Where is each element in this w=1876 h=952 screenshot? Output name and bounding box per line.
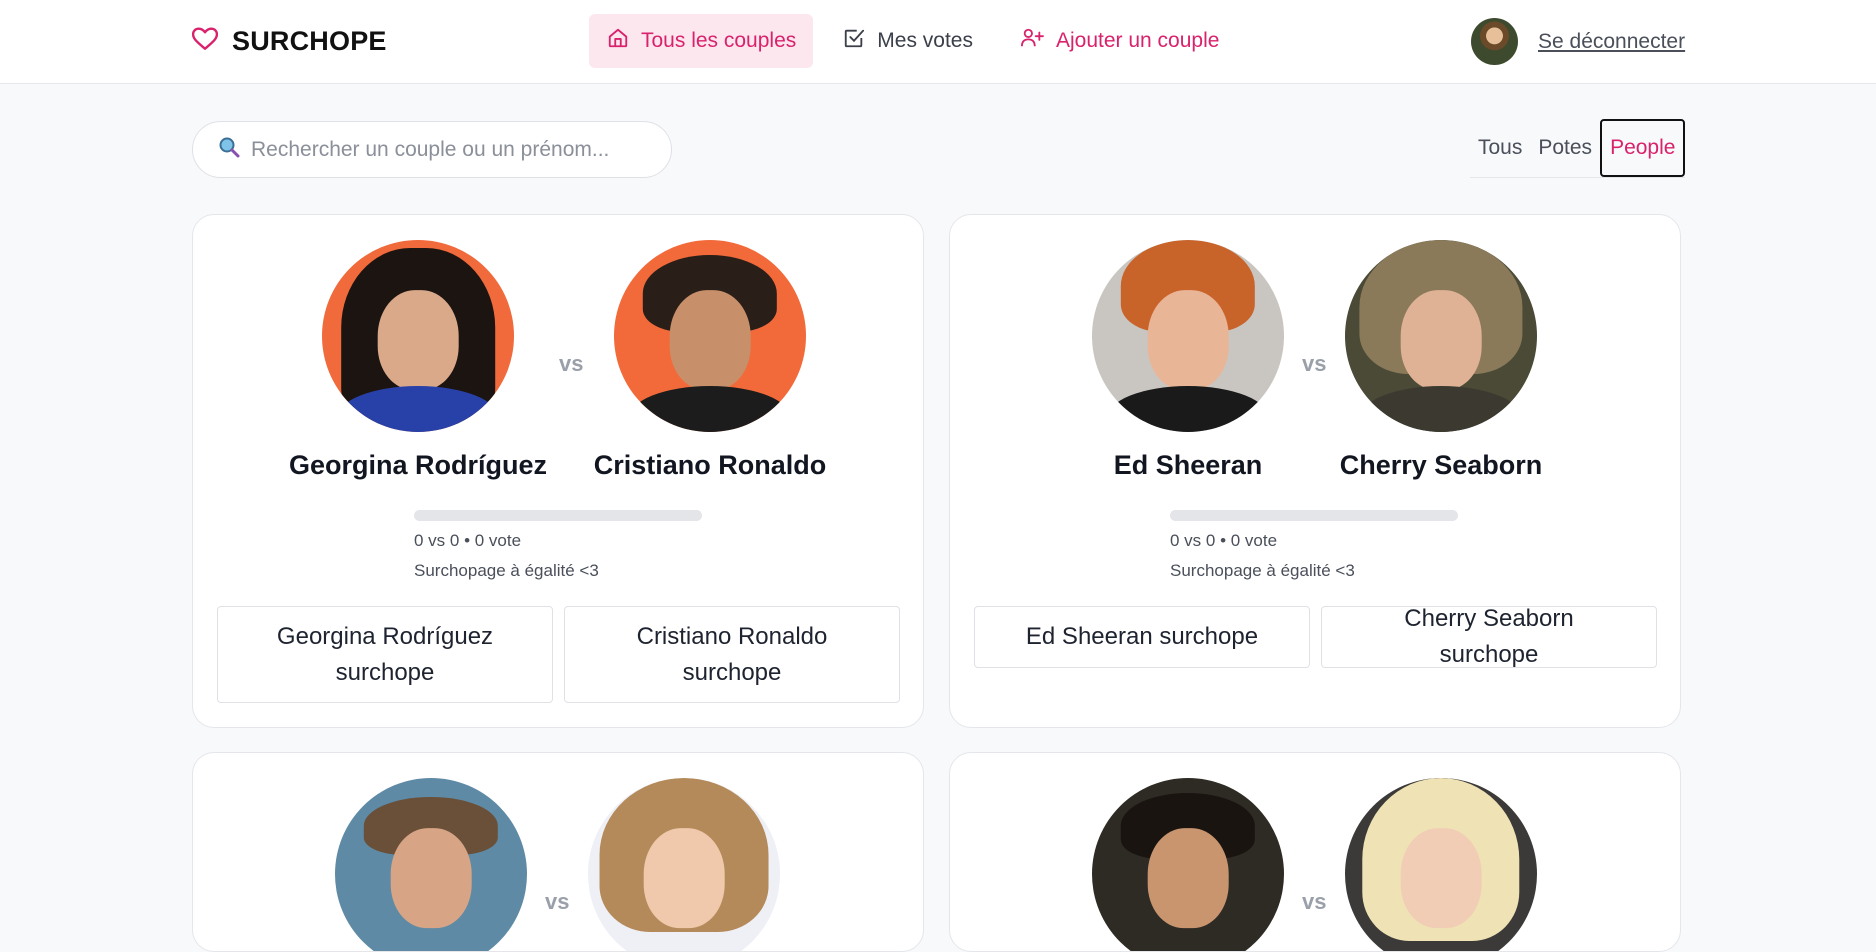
person-name: Georgina Rodríguez (288, 450, 548, 480)
search-icon (217, 135, 241, 164)
person-photo (322, 240, 514, 432)
add-user-icon (1020, 27, 1044, 55)
main-nav: Tous les couples Mes votes Ajouter un co… (589, 14, 1248, 68)
vote-progress-bar (1170, 510, 1458, 521)
person-photo (1345, 240, 1537, 432)
person-photo (614, 240, 806, 432)
person-right (588, 778, 780, 951)
couple-card: vs Ed Sheeran Cherry Seaborn 0 vs 0 • 0 … (949, 214, 1681, 728)
heart-icon (191, 27, 219, 56)
search-bar (192, 121, 672, 178)
person-photo (1092, 778, 1284, 951)
person-photo (335, 778, 527, 951)
nav-label: Ajouter un couple (1055, 29, 1220, 52)
nav-my-votes[interactable]: Mes votes (825, 14, 990, 68)
vote-left-button[interactable]: Georgina Rodríguez surchope (217, 606, 553, 703)
home-icon (607, 27, 629, 55)
vs-label: vs (559, 351, 584, 376)
nav-label: Tous les couples (641, 29, 797, 52)
person-right (1345, 240, 1537, 437)
vs-label: vs (1302, 351, 1327, 376)
person-left (1092, 778, 1284, 951)
person-photo (1092, 240, 1284, 432)
top-navbar: SURCHOPE Tous les couples Mes votes Ajou… (0, 0, 1876, 84)
person-left (322, 240, 514, 437)
couple-card: vs Georgina Rodríguez Cristiano Ronaldo … (192, 214, 924, 728)
person-name: Ed Sheeran (1113, 450, 1263, 480)
couple-card: vs (192, 752, 924, 952)
category-filter-tabs: Tous Potes People (1470, 118, 1686, 178)
person-right (614, 240, 806, 437)
filter-people[interactable]: People (1600, 118, 1686, 177)
filter-potes[interactable]: Potes (1530, 119, 1600, 177)
vote-count: 0 vs 0 • 0 vote (414, 531, 522, 550)
nav-add-couple[interactable]: Ajouter un couple (1002, 14, 1236, 68)
person-photo (588, 778, 780, 951)
vote-left-button[interactable]: Ed Sheeran surchope (974, 606, 1310, 668)
vote-right-button[interactable]: Cristiano Ronaldo surchope (564, 606, 900, 703)
search-input[interactable] (251, 137, 651, 162)
nav-label: Mes votes (877, 29, 973, 52)
person-photo (1345, 778, 1537, 951)
logout-link[interactable]: Se déconnecter (1538, 30, 1685, 54)
vote-status: Surchopage à égalité <3 (414, 561, 599, 580)
person-left (1092, 240, 1284, 437)
filter-tous[interactable]: Tous (1470, 119, 1530, 177)
user-menu: Se déconnecter (1471, 18, 1685, 65)
vote-count: 0 vs 0 • 0 vote (1170, 531, 1278, 550)
nav-all-couples[interactable]: Tous les couples (589, 14, 814, 68)
vs-label: vs (545, 889, 570, 914)
brand-name: SURCHOPE (232, 26, 387, 56)
brand[interactable]: SURCHOPE (191, 26, 387, 57)
person-right (1345, 778, 1537, 951)
couple-card: vs (949, 752, 1681, 952)
vote-status: Surchopage à égalité <3 (1170, 561, 1355, 580)
vote-right-button[interactable]: Cherry Seaborn surchope (1321, 605, 1657, 668)
person-name: Cherry Seaborn (1339, 450, 1543, 480)
avatar[interactable] (1471, 18, 1518, 65)
vote-progress-bar (414, 510, 702, 521)
checkbox-icon (843, 27, 865, 55)
vs-label: vs (1302, 889, 1327, 914)
person-left (335, 778, 527, 951)
person-name: Cristiano Ronaldo (593, 450, 827, 480)
